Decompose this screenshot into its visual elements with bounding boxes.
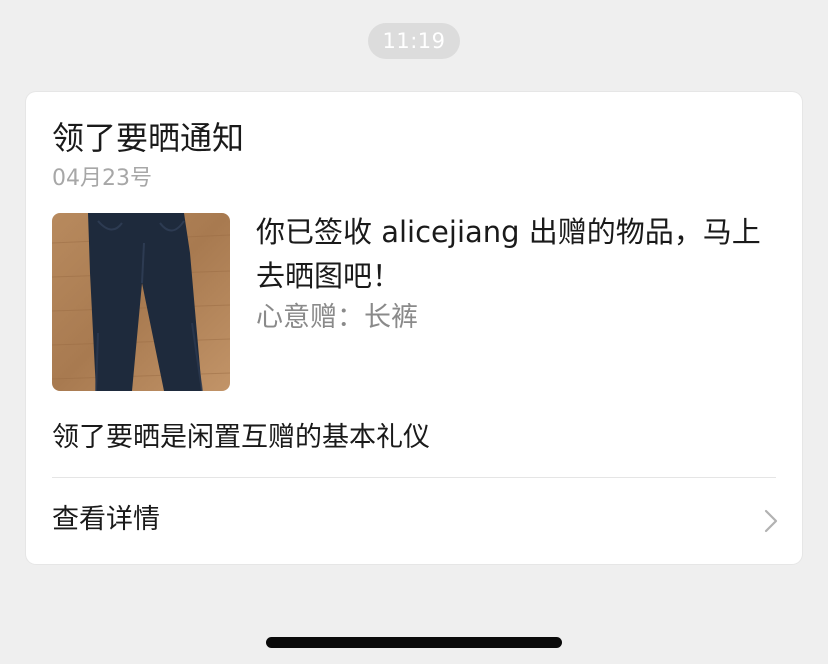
chevron-right-icon [764,509,778,533]
timestamp-badge: 11:19 [368,23,460,59]
gift-line: 心意赠：长裤 [256,302,418,333]
view-details-label: 查看详情 [52,504,160,535]
view-details-button[interactable]: 查看详情 [26,478,802,564]
home-indicator[interactable] [266,637,562,648]
item-thumbnail[interactable] [52,213,230,391]
pants-photo-icon [52,213,230,391]
notification-date: 04月23号 [52,166,152,191]
notification-note: 领了要晒是闲置互赠的基本礼仪 [52,422,430,453]
notification-card[interactable]: 领了要晒通知 04月23号 你已签收 alicejiang 出赠的物品，马上去晒… [26,92,802,564]
notification-title: 领了要晒通知 [52,119,245,157]
notification-message: 你已签收 alicejiang 出赠的物品，马上去晒图吧！ [256,215,761,293]
